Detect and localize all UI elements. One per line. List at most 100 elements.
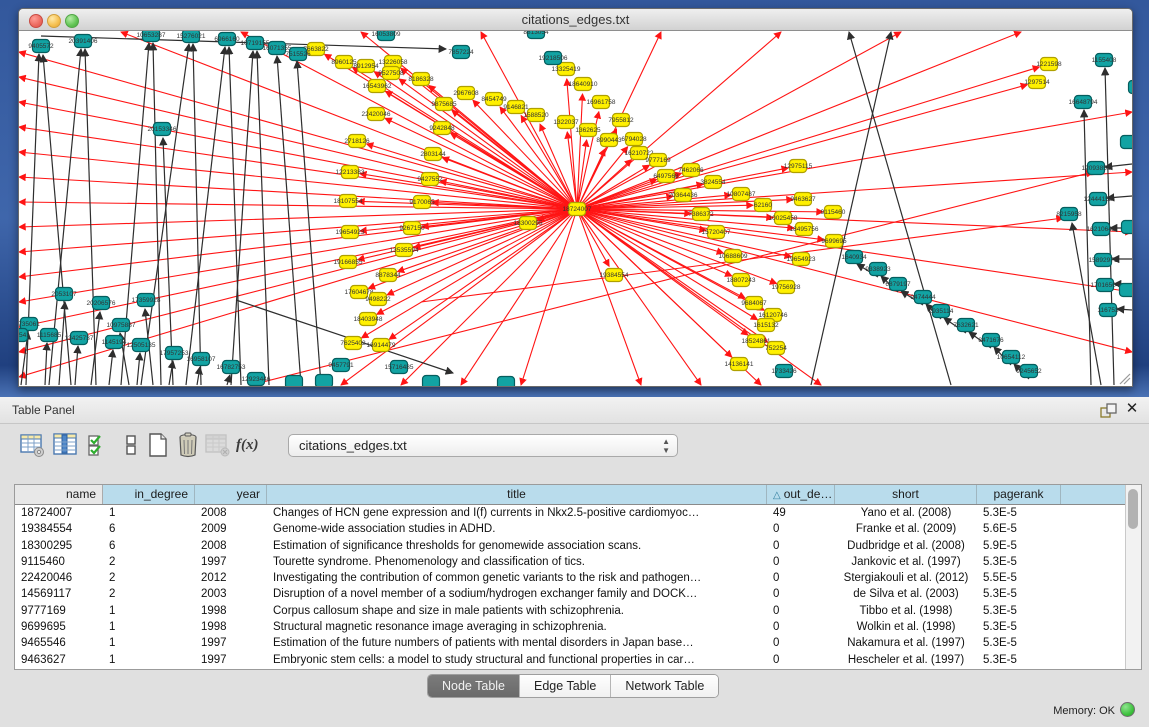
memory-status-dot[interactable] [1120, 702, 1135, 717]
graph-node[interactable]: 9777169 [645, 154, 671, 167]
graph-node[interactable]: 9170065 [409, 196, 435, 209]
graph-node[interactable]: 9875685 [431, 98, 457, 111]
graph-node[interactable]: 16648794 [1069, 96, 1098, 109]
graph-node[interactable] [498, 377, 515, 387]
column-header-pagerank[interactable]: pagerank [977, 485, 1061, 504]
show-columns-icon[interactable] [53, 432, 79, 458]
tab-node-table[interactable]: Node Table [428, 675, 520, 697]
column-header-in_degree[interactable]: in_degree [103, 485, 195, 504]
graph-node[interactable] [286, 376, 303, 387]
graph-node[interactable]: 10975887 [107, 319, 136, 332]
graph-node[interactable]: 17359928 [132, 294, 161, 307]
vertical-scrollbar[interactable] [1125, 485, 1141, 669]
column-header-title[interactable]: title [267, 485, 767, 504]
graph-node[interactable]: 16782753 [217, 361, 246, 374]
tab-network-table[interactable]: Network Table [611, 675, 718, 697]
graph-node[interactable]: 8878344 [375, 269, 401, 282]
scrollbar-thumb[interactable] [1128, 489, 1138, 529]
graph-node[interactable]: 1362625 [575, 124, 601, 137]
graph-node[interactable] [1121, 136, 1133, 149]
graph-node[interactable]: 20153346 [148, 123, 177, 136]
new-column-icon[interactable] [145, 432, 171, 458]
float-window-icon[interactable] [1100, 403, 1118, 418]
graph-node[interactable]: 19654923 [787, 253, 816, 266]
delete-table-icon[interactable] [205, 432, 231, 458]
function-builder-icon[interactable]: f(x) [236, 432, 268, 458]
graph-node[interactable]: 9474444 [910, 291, 936, 304]
graph-node[interactable]: 2803144 [420, 148, 446, 161]
graph-node[interactable]: 6879197 [885, 278, 911, 291]
graph-node[interactable]: 1155408 [1092, 54, 1117, 67]
graph-node[interactable] [1120, 284, 1133, 297]
graph-node[interactable] [1122, 221, 1133, 234]
column-header-name[interactable]: name [15, 485, 103, 504]
graph-node[interactable]: 15892971 [1089, 254, 1118, 267]
graph-node[interactable]: 9245652 [1016, 365, 1042, 378]
graph-node[interactable]: 116753 [1097, 304, 1119, 317]
table-row[interactable]: 1872400712008Changes of HCN gene express… [15, 505, 1126, 521]
graph-node[interactable]: 9684067 [741, 297, 767, 310]
graph-node[interactable]: 6497568 [653, 170, 679, 183]
table-row[interactable]: 1938455462009Genome-wide association stu… [15, 521, 1126, 537]
graph-node[interactable]: 12975115 [784, 160, 813, 173]
graph-node[interactable]: 9338923 [865, 263, 891, 276]
graph-node[interactable]: 8471676 [978, 334, 1004, 347]
graph-node[interactable]: 9463627 [790, 193, 816, 206]
graph-node[interactable]: 2935114 [929, 305, 954, 318]
graph-node[interactable]: 1588520 [523, 109, 549, 122]
graph-node[interactable]: 7857224 [448, 46, 474, 59]
graph-node[interactable] [423, 376, 440, 387]
graph-node[interactable]: 18640910 [569, 78, 598, 91]
graph-node[interactable]: 10654112 [997, 351, 1026, 364]
graph-node[interactable]: 7632621 [953, 319, 979, 332]
table-selector-dropdown[interactable]: citations_edges.txt ▲▼ [288, 434, 678, 457]
graph-node[interactable]: 8215958 [1056, 208, 1082, 221]
graph-node[interactable]: 15716485 [385, 361, 414, 374]
graph-node[interactable] [316, 375, 333, 387]
graph-node[interactable]: 6794028 [621, 133, 647, 146]
select-columns-icon[interactable] [86, 432, 112, 458]
graph-node[interactable]: 14136141 [725, 358, 754, 371]
table-row[interactable]: 1456911722003Disruption of a novel membe… [15, 586, 1126, 602]
graph-node[interactable]: 7386372 [688, 208, 714, 221]
row-layout-icon[interactable] [119, 432, 145, 458]
graph-node[interactable]: 16210643 [1087, 223, 1116, 236]
window-titlebar[interactable]: citations_edges.txt [19, 9, 1132, 31]
table-row[interactable]: 2242004622012Investigating the contribut… [15, 570, 1126, 586]
graph-node[interactable]: 16053809 [372, 31, 401, 41]
graph-node[interactable]: 9115460 [821, 206, 846, 219]
graph-node[interactable]: 9267150 [399, 222, 425, 235]
graph-node[interactable]: 8186328 [408, 73, 434, 86]
graph-node[interactable]: 16543962 [363, 80, 392, 93]
graph-node[interactable]: 8813054 [523, 31, 549, 39]
graph-node[interactable]: 8912954 [353, 60, 379, 73]
graph-node[interactable]: 2718126 [344, 135, 370, 148]
graph-node[interactable]: 19166855 [334, 256, 363, 269]
graph-node[interactable]: 16961758 [587, 96, 616, 109]
table-mode-icon[interactable] [20, 432, 46, 458]
graph-node[interactable]: 12505135 [127, 339, 156, 352]
graph-node[interactable]: 7625402 [340, 337, 366, 350]
graph-node[interactable]: 1145194 [102, 336, 127, 349]
graph-node[interactable]: 62160 [754, 199, 772, 212]
graph-node[interactable]: 12923446 [242, 373, 271, 386]
column-header-short[interactable]: short [835, 485, 977, 504]
graph-node[interactable]: 9405572 [28, 40, 54, 53]
graph-node[interactable]: 1733426 [771, 365, 797, 378]
table-row[interactable]: 977716911998Corpus callosum shape and si… [15, 603, 1126, 619]
tab-edge-table[interactable]: Edge Table [520, 675, 611, 697]
graph-node[interactable]: 17957253 [160, 347, 189, 360]
table-row[interactable]: 969969511998Structural magnetic resonanc… [15, 619, 1126, 635]
graph-node[interactable]: 752254 [765, 342, 787, 355]
graph-node[interactable]: 18495756 [790, 223, 819, 236]
graph-node[interactable]: 6966160 [214, 33, 240, 46]
graph-node[interactable]: 7955812 [608, 114, 634, 127]
graph-node[interactable]: 1297514 [1024, 76, 1050, 89]
close-icon[interactable]: ✕ [1124, 401, 1140, 417]
graph-node[interactable]: 10025458 [769, 212, 798, 225]
network-canvas[interactable]: 1872400718300295193845547663822896012589… [19, 31, 1132, 386]
graph-node[interactable] [1129, 81, 1133, 94]
graph-node[interactable]: 19756928 [772, 281, 801, 294]
graph-node[interactable]: 1115685 [37, 329, 62, 342]
graph-node[interactable]: 13535594 [390, 244, 419, 257]
